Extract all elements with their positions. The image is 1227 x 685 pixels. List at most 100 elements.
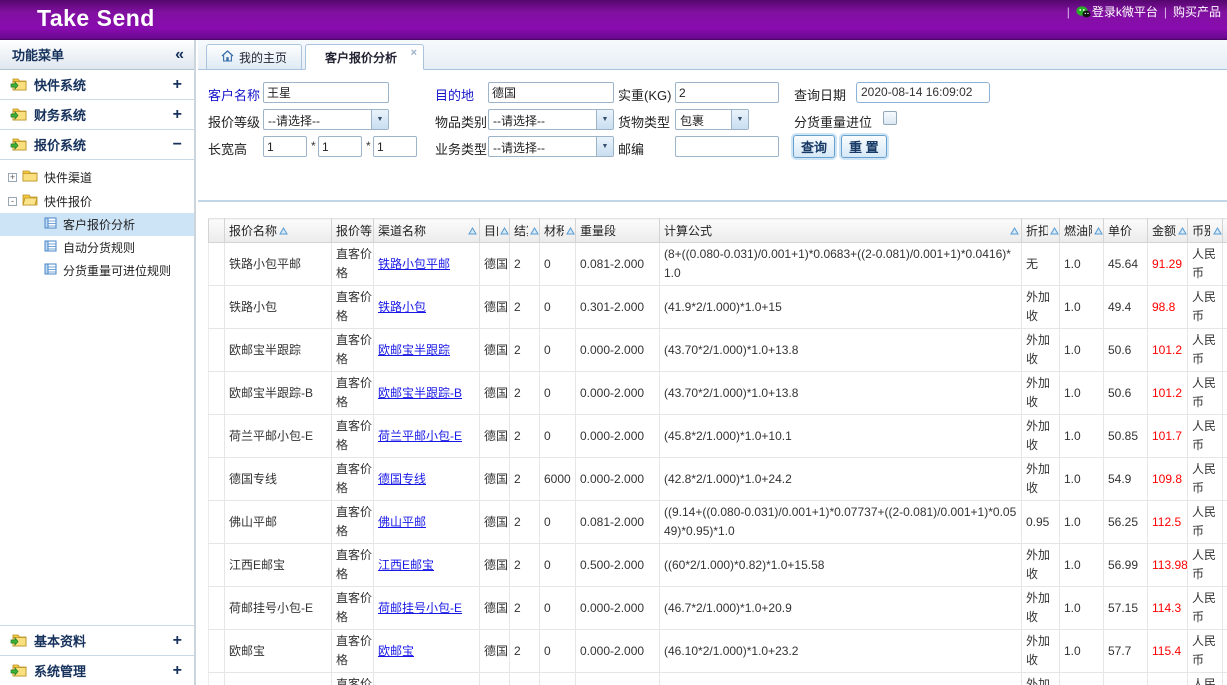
cell-settle: 2	[510, 630, 540, 673]
cell-clipped	[1223, 501, 1227, 544]
item-category-select[interactable]: --请选择-- ▼	[488, 109, 614, 130]
sidebar-section-express[interactable]: 快件系统 +	[0, 70, 194, 100]
sidebar-section-quote[interactable]: 报价系统 −	[0, 130, 194, 160]
cell-amount: 109.8	[1148, 458, 1188, 501]
close-tab-icon[interactable]: ×	[411, 47, 417, 59]
channel-link[interactable]: 铁路小包	[378, 300, 426, 314]
channel-link[interactable]: 德国专线	[378, 472, 426, 486]
expand-plus-icon[interactable]: +	[173, 76, 182, 94]
destination-input[interactable]	[488, 82, 614, 103]
channel-link[interactable]: 佛山平邮	[378, 515, 426, 529]
table-row[interactable]: 欧邮宝-B直客价格欧邮宝-B德国200.000-2.000(46.10*2/1.…	[209, 673, 1227, 685]
actual-weight-input[interactable]	[675, 82, 779, 103]
login-kwei-link[interactable]: 登录k微平台	[1076, 3, 1158, 20]
tree-item-weight-carry-rules[interactable]: 分货重量可进位规则	[0, 259, 194, 282]
table-row[interactable]: 荷邮挂号小包-E直客价格荷邮挂号小包-E德国200.000-2.000(46.7…	[209, 587, 1227, 630]
table-row[interactable]: 欧邮宝半跟踪-B直客价格欧邮宝半跟踪-B德国200.000-2.000(43.7…	[209, 372, 1227, 415]
cell-unit: 50.6	[1104, 329, 1148, 372]
cell-unit: 50.85	[1104, 415, 1148, 458]
cell-formula: (41.9*2/1.000)*1.0+15	[660, 286, 1022, 329]
dropdown-arrow-icon[interactable]: ▼	[371, 110, 388, 129]
tab-customer-quote-analysis[interactable]: 客户报价分析 ×	[305, 44, 424, 70]
column-header-channel-name[interactable]: 渠道名称	[374, 219, 480, 243]
sort-asc-icon[interactable]	[530, 224, 539, 238]
query-date-input[interactable]: 2020-08-14 16:09:02	[856, 82, 990, 103]
postcode-input[interactable]	[675, 136, 779, 157]
tree-node-quotes[interactable]: - 快件报价	[0, 189, 194, 213]
table-row[interactable]: 欧邮宝半跟踪直客价格欧邮宝半跟踪德国200.000-2.000(43.70*2/…	[209, 329, 1227, 372]
width-input[interactable]	[318, 136, 362, 157]
query-button[interactable]: 查询	[793, 135, 835, 158]
length-input[interactable]	[263, 136, 307, 157]
expand-plus-icon[interactable]: +	[173, 106, 182, 124]
column-header-weight-band[interactable]: 重量段	[576, 219, 660, 243]
table-row[interactable]: 佛山平邮直客价格佛山平邮德国200.081-2.000((9.14+((0.08…	[209, 501, 1227, 544]
carry-weight-checkbox[interactable]	[883, 111, 897, 125]
sort-asc-icon[interactable]	[279, 224, 288, 238]
sort-asc-icon[interactable]	[500, 224, 509, 238]
sort-asc-icon[interactable]	[468, 224, 477, 238]
expand-plus-icon[interactable]: +	[173, 632, 182, 650]
column-header-currency[interactable]: 币别	[1188, 219, 1223, 243]
cell-dest: 德国	[480, 673, 510, 685]
channel-link[interactable]: 荷邮挂号小包-E	[378, 601, 462, 615]
channel-link[interactable]: 荷兰平邮小包-E	[378, 429, 462, 443]
table-row[interactable]: 欧邮宝直客价格欧邮宝德国200.000-2.000(46.10*2/1.000)…	[209, 630, 1227, 673]
column-header-fuel-surcharge[interactable]: 燃油附	[1060, 219, 1104, 243]
cargo-type-select[interactable]: 包裹 ▼	[675, 109, 749, 130]
sort-asc-icon[interactable]	[1050, 224, 1059, 238]
collapse-sidebar-icon[interactable]: «	[175, 47, 184, 63]
table-row[interactable]: 铁路小包平邮直客价格铁路小包平邮德国200.081-2.000(8+((0.08…	[209, 243, 1227, 286]
column-header-unit-price[interactable]: 单价	[1104, 219, 1148, 243]
collapse-minus-icon[interactable]: −	[173, 136, 182, 154]
channel-link[interactable]: 欧邮宝半跟踪-B	[378, 386, 462, 400]
height-input[interactable]	[373, 136, 417, 157]
column-header-quote-grade[interactable]: 报价等	[332, 219, 374, 243]
column-header-destination[interactable]: 目的	[480, 219, 510, 243]
column-header-discount[interactable]: 折扣	[1022, 219, 1060, 243]
sidebar-section-basic-data[interactable]: 基本资料 +	[0, 625, 194, 655]
expand-plus-icon[interactable]: +	[173, 662, 182, 680]
tree-expander-minus-icon[interactable]: -	[8, 197, 17, 206]
column-header-amount[interactable]: 金额	[1148, 219, 1188, 243]
tree-item-customer-quote-analysis[interactable]: 客户报价分析	[0, 213, 194, 236]
column-header-formula[interactable]: 计算公式	[660, 219, 1022, 243]
sort-asc-icon[interactable]	[1213, 224, 1222, 238]
sidebar-section-system-mgmt[interactable]: 系统管理 +	[0, 655, 194, 685]
reset-button[interactable]: 重 置	[841, 135, 887, 158]
tab-my-home[interactable]: 我的主页	[206, 44, 302, 70]
dropdown-arrow-icon[interactable]: ▼	[731, 110, 748, 129]
tree-item-auto-sorting-rules[interactable]: 自动分货规则	[0, 236, 194, 259]
cell-channel: 欧邮宝	[374, 630, 480, 673]
sort-asc-icon[interactable]	[1010, 224, 1019, 238]
channel-link[interactable]: 江西E邮宝	[378, 558, 434, 572]
buy-product-link[interactable]: 购买产品	[1173, 3, 1221, 20]
cell-name: 德国专线	[225, 458, 332, 501]
tree-expander-plus-icon[interactable]: +	[8, 173, 17, 182]
quote-grade-select[interactable]: --请选择-- ▼	[263, 109, 389, 130]
cell-discount: 外加收	[1022, 372, 1060, 415]
cell-currency: 人民币	[1188, 329, 1223, 372]
table-row[interactable]: 荷兰平邮小包-E直客价格荷兰平邮小包-E德国200.000-2.000(45.8…	[209, 415, 1227, 458]
sort-asc-icon[interactable]	[1178, 224, 1187, 238]
cell-channel: 荷兰平邮小包-E	[374, 415, 480, 458]
dropdown-arrow-icon[interactable]: ▼	[596, 110, 613, 129]
dropdown-arrow-icon[interactable]: ▼	[596, 137, 613, 156]
cell-band: 0.000-2.000	[576, 587, 660, 630]
channel-link[interactable]: 铁路小包平邮	[378, 257, 450, 271]
column-header-volume-divisor[interactable]: 材积除	[540, 219, 576, 243]
channel-link[interactable]: 欧邮宝	[378, 644, 414, 658]
table-row[interactable]: 江西E邮宝直客价格江西E邮宝德国200.500-2.000((60*2/1.00…	[209, 544, 1227, 587]
sort-asc-icon[interactable]	[1094, 224, 1103, 238]
column-header-settle-weight[interactable]: 结算	[510, 219, 540, 243]
cell-settle: 2	[510, 286, 540, 329]
channel-link[interactable]: 欧邮宝半跟踪	[378, 343, 450, 357]
customer-name-input[interactable]	[263, 82, 389, 103]
sort-asc-icon[interactable]	[566, 224, 575, 238]
table-row[interactable]: 铁路小包直客价格铁路小包德国200.301-2.000(41.9*2/1.000…	[209, 286, 1227, 329]
business-type-select[interactable]: --请选择-- ▼	[488, 136, 614, 157]
tree-node-channels[interactable]: + 快件渠道	[0, 165, 194, 189]
column-header-quote-name[interactable]: 报价名称	[225, 219, 332, 243]
table-row[interactable]: 德国专线直客价格德国专线德国260000.000-2.000(42.8*2/1.…	[209, 458, 1227, 501]
sidebar-section-finance[interactable]: 财务系统 +	[0, 100, 194, 130]
